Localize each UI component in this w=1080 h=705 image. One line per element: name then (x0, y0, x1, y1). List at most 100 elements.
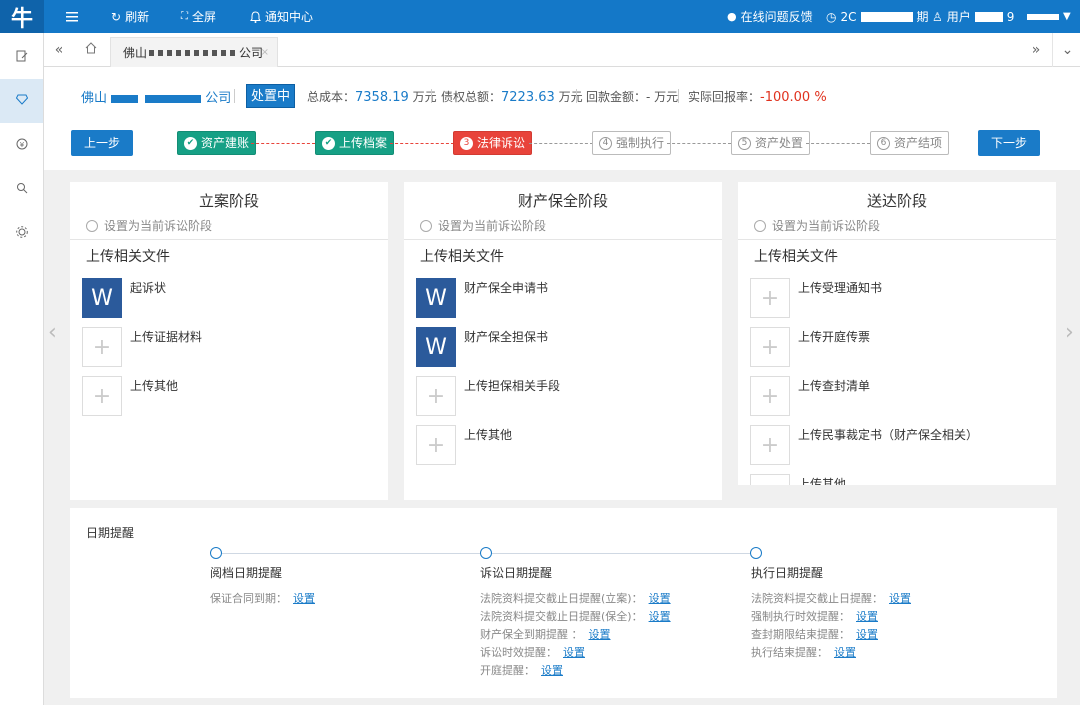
double-chevron-left-icon: « (54, 42, 64, 58)
tabs-scroll-right-button[interactable]: » (1021, 33, 1051, 67)
divider (738, 239, 1056, 240)
reminder-group-title: 执行日期提醒 (751, 566, 824, 580)
next-step-button[interactable]: 下一步 (978, 130, 1040, 156)
redacted-block (149, 49, 238, 56)
set-link[interactable]: 设置 (889, 592, 911, 605)
upload-item[interactable]: + 上传其他 (82, 376, 178, 416)
reminder-group-title: 诉讼日期提醒 (480, 566, 553, 580)
app-logo[interactable]: 牛 (0, 0, 44, 33)
double-chevron-right-icon: » (1031, 42, 1041, 58)
home-tab-button[interactable] (76, 33, 106, 67)
upload-item[interactable]: + 上传开庭传票 (750, 327, 870, 367)
file-item[interactable]: W 财产保全担保书 (416, 327, 548, 367)
set-current-stage-radio[interactable]: 设置为当前诉讼阶段 (420, 217, 546, 234)
tab-company[interactable]: 佛山 公司 × (110, 37, 278, 67)
asset-info-bar: 佛山 公司 处置中 总成本：7358.19 万元 债权总额：7223.63 万元… (44, 67, 1080, 122)
radio-icon (754, 219, 766, 232)
reminder-row: 财产保全到期提醒 ：设置 (480, 628, 611, 641)
radio-icon (420, 219, 432, 232)
top-bar: 牛 ↻ 刷新 ⛶ 全屏 通知中心 ● 在线问题反馈 ◷ 2C 期 ♙ 用户 9 … (0, 0, 1080, 33)
step-enforcement[interactable]: 4 强制执行 (592, 131, 672, 155)
step-asset-ledger[interactable]: ✔ 资产建账 (177, 131, 257, 155)
company-name: 佛山 公司 (81, 91, 232, 106)
prev-step-button[interactable]: 上一步 (71, 130, 133, 156)
fullscreen-button[interactable]: ⛶ 全屏 (181, 0, 216, 33)
panel-title: 立案阶段 (198, 192, 259, 210)
tab-bar: « 佛山 公司 × » ⌄ (44, 33, 1080, 67)
set-link[interactable]: 设置 (649, 592, 671, 605)
upload-item[interactable]: + 上传查封清单 (750, 376, 870, 416)
claim-total: 债权总额：7223.63 万元 (441, 90, 583, 105)
set-link[interactable]: 设置 (649, 610, 671, 623)
step-upload-archive[interactable]: ✔ 上传档案 (315, 131, 395, 155)
step-closure[interactable]: 6 资产结项 (870, 131, 950, 155)
user-icon: ♙ (932, 9, 943, 24)
set-link[interactable]: 设置 (856, 628, 878, 641)
tabs-menu-button[interactable]: ⌄ (1052, 33, 1080, 67)
panel-title: 财产保全阶段 (517, 192, 608, 210)
reminder-row: 查封期限结束提醒： 设置 (751, 628, 878, 641)
sidebar-item-settings[interactable] (0, 211, 43, 255)
user-display[interactable]: ♙ 用户 9 (932, 0, 1014, 33)
date-reminders: 日期提醒 阅档日期提醒 保证合同到期： 设置 诉讼日期提醒 法院资料提交截止日提醒… (70, 508, 1057, 698)
timeline-dot (750, 547, 762, 559)
step-disposal[interactable]: 5 资产处置 (731, 131, 811, 155)
divider (404, 239, 722, 240)
date-display: ◷ 2C 期 (826, 9, 929, 25)
file-item[interactable]: W 财产保全申请书 (416, 278, 548, 318)
close-icon[interactable]: × (261, 47, 269, 58)
plus-icon: + (416, 425, 456, 465)
bell-icon (250, 10, 261, 23)
wechat-icon: ● (727, 10, 737, 23)
upload-item[interactable]: + 上传担保相关手段 (416, 376, 560, 416)
reminder-row: 法院资料提交截止日提醒(立案)： 设置 (480, 592, 671, 605)
redacted-block (860, 11, 913, 22)
carousel-prev-button[interactable]: ‹ (48, 320, 57, 345)
menu-toggle-button[interactable] (66, 0, 78, 33)
sidebar-item-edit[interactable] (0, 35, 43, 79)
upload-item[interactable]: + 上传受理通知书 (750, 278, 882, 318)
set-link[interactable]: 设置 (293, 592, 315, 605)
step-litigation[interactable]: 3 法律诉讼 (453, 131, 533, 155)
search-icon (16, 182, 28, 197)
word-doc-icon: W (416, 278, 456, 318)
account-dropdown[interactable]: ▼ (1027, 0, 1071, 33)
refresh-button[interactable]: ↻ 刷新 (111, 0, 149, 33)
reminder-group-title: 阅档日期提醒 (210, 566, 283, 580)
chevron-left-icon: ‹ (48, 320, 57, 345)
set-link[interactable]: 设置 (563, 646, 585, 659)
sidebar-item-search[interactable] (0, 167, 43, 211)
upload-item[interactable]: + 上传民事裁定书（财产保全相关） (750, 425, 978, 465)
set-current-stage-radio[interactable]: 设置为当前诉讼阶段 (754, 217, 880, 234)
word-doc-icon: W (82, 278, 122, 318)
step-connector (667, 143, 731, 144)
reminder-row: 执行结束提醒： 设置 (751, 646, 856, 659)
stage-panel-preservation: 财产保全阶段 设置为当前诉讼阶段 上传相关文件 W 财产保全申请书 W 财产保全… (404, 182, 722, 500)
plus-icon: + (82, 327, 122, 367)
caret-down-icon: ▼ (1063, 11, 1071, 22)
sidebar-item-yen[interactable]: ¥ (0, 123, 43, 167)
set-link[interactable]: 设置 (856, 610, 878, 623)
tabs-scroll-left-button[interactable]: « (44, 33, 74, 67)
feedback-button[interactable]: ● 在线问题反馈 (727, 0, 813, 33)
upload-item[interactable]: + 上传证据材料 (82, 327, 202, 367)
upload-item[interactable]: + 上传其他 (750, 474, 846, 485)
plus-icon: + (750, 278, 790, 318)
divider (431, 89, 432, 103)
sidebar-item-diamond[interactable] (0, 79, 43, 123)
set-link[interactable]: 设置 (541, 664, 563, 677)
notify-center-button[interactable]: 通知中心 (250, 0, 313, 33)
set-link[interactable]: 设置 (834, 646, 856, 659)
refresh-icon: ↻ (111, 9, 122, 24)
step-connector (251, 143, 315, 144)
upload-item[interactable]: + 上传其他 (416, 425, 512, 465)
menu-icon (66, 11, 78, 22)
divider (576, 89, 577, 103)
carousel-next-button[interactable]: › (1065, 320, 1074, 345)
file-item[interactable]: W 起诉状 (82, 278, 166, 318)
check-icon: ✔ (184, 136, 197, 150)
plus-icon: + (750, 376, 790, 416)
upload-section-title: 上传相关文件 (754, 249, 838, 265)
set-link[interactable]: 设置 (589, 628, 611, 641)
set-current-stage-radio[interactable]: 设置为当前诉讼阶段 (86, 217, 212, 234)
